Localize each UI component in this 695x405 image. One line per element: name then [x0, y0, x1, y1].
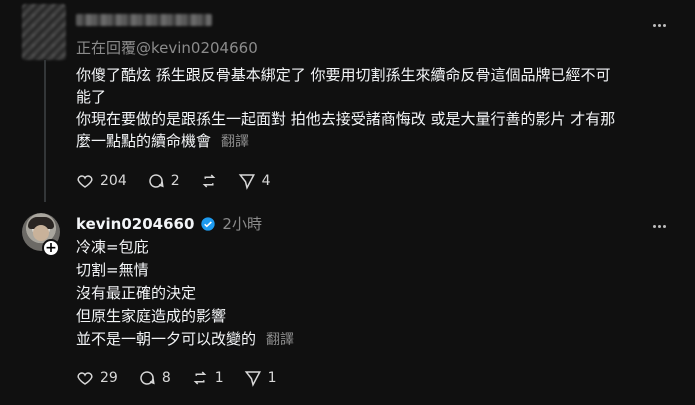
- share-button[interactable]: 1: [244, 368, 277, 388]
- comment-count: 2: [170, 173, 180, 189]
- comment-button[interactable]: 8: [138, 368, 171, 388]
- post-time[interactable]: 2小時: [222, 213, 262, 234]
- heart-icon: [77, 175, 93, 188]
- more-options-icon[interactable]: [649, 18, 669, 32]
- post-line: 你現在要做的是跟孫生一起面對 拍他去接受諸商悔改 或是大量行善的影片 才有那: [76, 110, 616, 128]
- send-icon: [238, 174, 255, 190]
- blurred-username[interactable]: [76, 14, 212, 26]
- like-count: 29: [100, 370, 118, 386]
- share-count: 1: [267, 370, 277, 386]
- blurred-avatar[interactable]: [22, 4, 66, 60]
- share-button[interactable]: 4: [238, 171, 271, 191]
- post-line: 切割=無情: [76, 261, 149, 279]
- repost-button[interactable]: 1: [191, 368, 224, 388]
- avatar-face: [33, 225, 49, 241]
- like-button[interactable]: 204: [76, 171, 127, 191]
- repost-count: 1: [214, 370, 224, 386]
- comment-icon: [140, 371, 155, 385]
- more-options-icon[interactable]: [649, 219, 669, 233]
- username[interactable]: kevin0204660: [76, 215, 194, 233]
- post-line: 沒有最正確的決定: [76, 284, 197, 302]
- post-line: 並不是一朝一夕可以改變的 翻譯: [76, 330, 295, 348]
- post-line: 麼一點點的續命機會 翻譯: [76, 132, 250, 150]
- post-body: 你傻了酷炫 孫生跟反骨基本綁定了 你要用切割孫生來續命反骨這個品牌已經不可 能了…: [76, 64, 676, 153]
- send-icon: [244, 371, 261, 387]
- action-bar: 204 2 4: [76, 171, 271, 191]
- translate-link[interactable]: 翻譯: [266, 332, 294, 348]
- post-line: 你傻了酷炫 孫生跟反骨基本綁定了 你要用切割孫生來續命反骨這個品牌已經不可: [76, 66, 611, 84]
- reply-post-1: 正在回覆@kevin0204660 你傻了酷炫 孫生跟反骨基本綁定了 你要用切割…: [0, 0, 695, 205]
- heart-icon: [77, 372, 93, 385]
- repost-icon: [193, 371, 207, 385]
- post-header: kevin0204660 2小時: [76, 213, 262, 234]
- share-count: 4: [261, 173, 271, 189]
- comment-button[interactable]: 2: [147, 171, 180, 191]
- reply-post-2: + kevin0204660 2小時 冷凍=包庇 切割=無情 沒有最正確的決定 …: [0, 205, 695, 405]
- action-bar: 29 8 1 1: [76, 368, 277, 388]
- comment-icon: [149, 174, 164, 188]
- like-count: 204: [100, 173, 127, 189]
- comment-count: 8: [161, 370, 171, 386]
- verified-badge-icon: [201, 216, 216, 231]
- post-line: 能了: [76, 88, 107, 106]
- post-line: 但原生家庭造成的影響: [76, 307, 227, 325]
- replying-to-text[interactable]: 正在回覆@kevin0204660: [76, 38, 258, 58]
- follow-plus-button[interactable]: +: [42, 239, 60, 257]
- thread-line: [44, 60, 46, 202]
- repost-button[interactable]: [200, 171, 218, 191]
- post-body: 冷凍=包庇 切割=無情 沒有最正確的決定 但原生家庭造成的影響 並不是一朝一夕可…: [76, 236, 676, 352]
- translate-link[interactable]: 翻譯: [221, 134, 249, 150]
- repost-icon: [202, 174, 215, 188]
- post-line: 冷凍=包庇: [76, 238, 149, 256]
- like-button[interactable]: 29: [76, 368, 118, 388]
